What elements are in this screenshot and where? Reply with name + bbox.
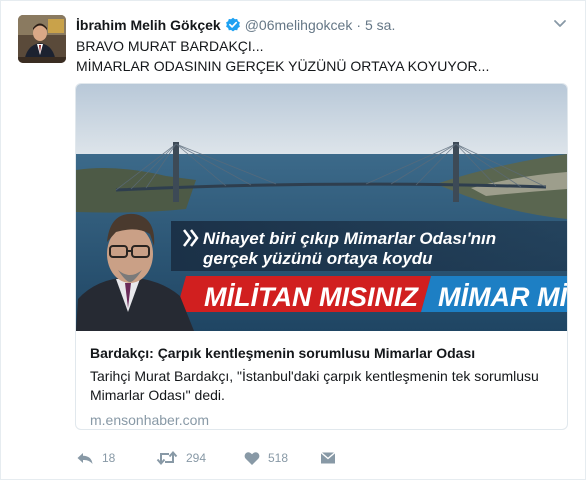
tweet-header: İbrahim Melih Gökçek @06melihgokcek · 5 … <box>76 15 395 35</box>
display-name[interactable]: İbrahim Melih Gökçek <box>76 17 221 33</box>
reply-icon <box>76 450 94 466</box>
card-body[interactable]: Bardakçı: Çarpık kentleşmenin sorumlusu … <box>76 331 567 428</box>
tweet-text-line: MİMARLAR ODASININ GERÇEK YÜZÜNÜ ORTAYA K… <box>76 58 490 74</box>
chevron-down-icon[interactable] <box>553 16 567 34</box>
banner-left-text: MİLİTAN MISINIZ <box>204 282 419 312</box>
reply-button[interactable]: 18 <box>76 450 156 466</box>
tweet-actions: 18 294 518 <box>76 448 336 468</box>
tweet-text: BRAVO MURAT BARDAKÇI... MİMARLAR ODASINI… <box>76 36 566 76</box>
link-card[interactable]: Nihayet biri çıkıp Mimarlar Odası'nın ge… <box>75 83 568 430</box>
tweet[interactable]: İbrahim Melih Gökçek @06melihgokcek · 5 … <box>0 0 586 480</box>
retweet-count: 294 <box>186 451 207 465</box>
heart-icon <box>244 451 260 466</box>
timestamp[interactable]: 5 sa. <box>365 17 395 33</box>
verified-badge-icon <box>225 17 241 33</box>
card-description: Tarihçi Murat Bardakçı, "İstanbul'daki ç… <box>90 368 539 403</box>
retweet-button[interactable]: 294 <box>156 450 244 466</box>
retweet-icon <box>156 450 178 466</box>
like-button[interactable]: 518 <box>244 451 320 466</box>
card-domain: m.ensonhaber.com <box>90 412 210 428</box>
separator-dot: · <box>356 17 361 33</box>
avatar[interactable] <box>18 15 66 63</box>
screen-name[interactable]: @06melihgokcek <box>245 17 353 33</box>
like-count: 518 <box>268 451 289 465</box>
reply-count: 18 <box>102 451 116 465</box>
card-image[interactable]: Nihayet biri çıkıp Mimarlar Odası'nın ge… <box>76 84 567 331</box>
direct-message-button[interactable] <box>320 451 336 465</box>
card-title[interactable]: Bardakçı: Çarpık kentleşmenin sorumlusu … <box>90 344 553 363</box>
image-caption-line2: gerçek yüzünü ortaya koydu <box>202 249 433 268</box>
envelope-icon <box>320 451 336 465</box>
image-caption-line1: Nihayet biri çıkıp Mimarlar Odası'nın <box>203 229 496 248</box>
banner-right-text: MİMAR Mİ <box>438 282 567 312</box>
tweet-text-line: BRAVO MURAT BARDAKÇI... <box>76 38 264 54</box>
